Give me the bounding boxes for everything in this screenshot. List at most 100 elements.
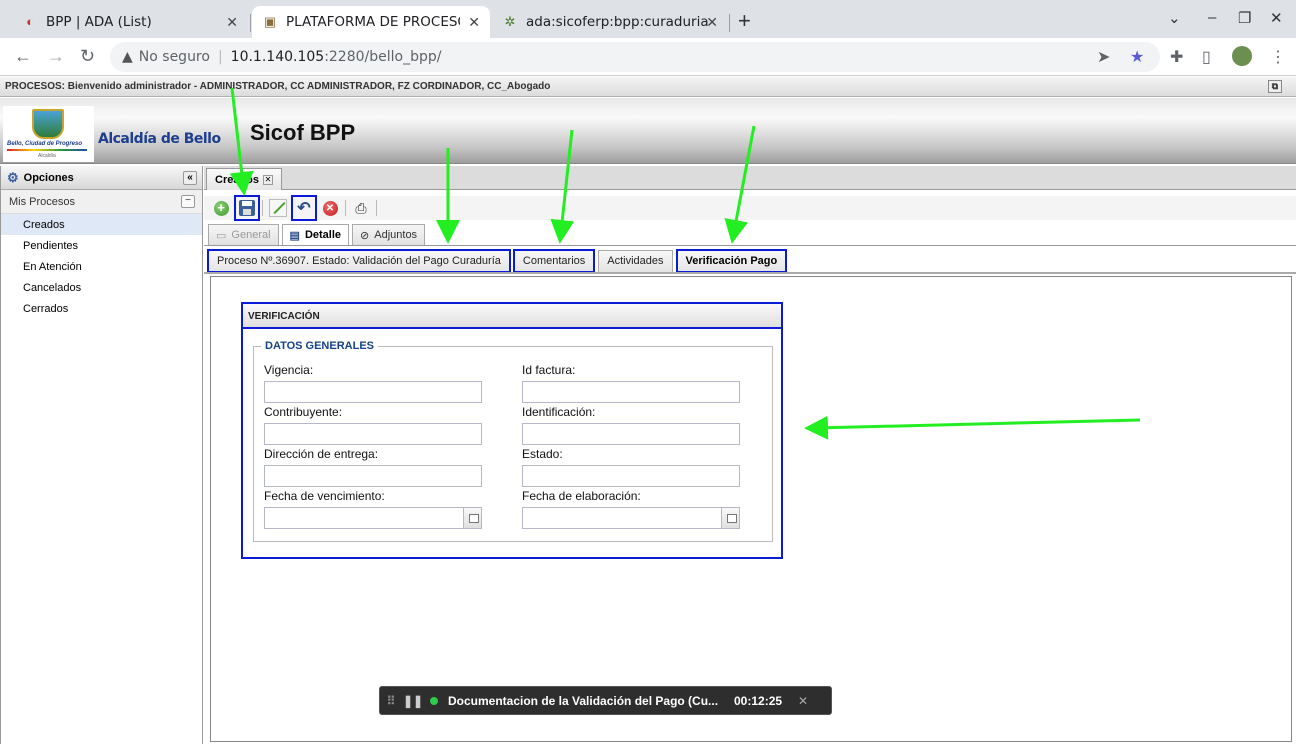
gear-icon: ⚙ (7, 169, 19, 185)
tab-actividades[interactable]: Actividades (598, 250, 673, 272)
panel-title: VERIFICACIÓN (241, 302, 783, 329)
recording-timer: 00:12:25 (734, 693, 783, 708)
maximize-icon[interactable]: ❐ (1238, 9, 1251, 27)
browser-tab-redmine[interactable]: ◐ BPP | ADA (List) ✕ (12, 6, 248, 38)
fecha-vencimiento-field[interactable] (264, 507, 482, 529)
restore-icon[interactable]: ⧉ (1268, 80, 1282, 93)
calendar-icon[interactable] (463, 508, 481, 528)
browser-tab-plataforma[interactable]: ▣ PLATAFORMA DE PROCESOS ✕ (252, 6, 490, 38)
shield-icon (32, 109, 64, 139)
logo-caption: Bello, Ciudad de Progreso (7, 141, 83, 147)
undo-icon: ↶ (297, 200, 311, 217)
subtab-label: Adjuntos (374, 229, 418, 241)
minimize-icon[interactable]: – (1208, 9, 1216, 26)
tab-verificacion-pago[interactable]: Verificación Pago (675, 249, 788, 273)
record-toolbar: + ↶ ✕ ⎙ (204, 195, 1296, 221)
browser-tab-title: PLATAFORMA DE PROCESOS (286, 14, 460, 30)
redmine-icon: ◐ (26, 14, 34, 29)
pause-icon[interactable]: ❚❚ (402, 694, 424, 708)
extensions-icon[interactable]: ✚ (1170, 47, 1183, 67)
fecha-elaboracion-field[interactable] (522, 507, 740, 529)
logo-sub: Alcaldía (38, 153, 56, 159)
calendar-icon[interactable] (721, 508, 739, 528)
tab-proceso[interactable]: Proceso Nº.36907. Estado: Validación del… (207, 249, 511, 273)
close-window-icon[interactable]: ✕ (1270, 9, 1283, 27)
estado-label: Estado: (522, 447, 563, 461)
org-name: Alcaldía de Bello (98, 131, 221, 147)
warning-icon: ▲ (122, 49, 133, 65)
recording-indicator-icon (430, 696, 438, 705)
send-icon[interactable]: ➤ (1097, 47, 1110, 67)
tab-comentarios[interactable]: Comentarios (512, 249, 596, 273)
new-tab-button[interactable]: + (738, 8, 751, 34)
sidebar-title: Opciones (23, 171, 74, 184)
subtab-label: Detalle (304, 229, 342, 241)
close-icon[interactable]: ✕ (798, 694, 808, 708)
id-factura-label: Id factura: (522, 363, 576, 377)
vigencia-field[interactable] (264, 381, 482, 403)
tab-content: VERIFICACIÓN DATOS GENERALES Vigencia: I… (210, 276, 1292, 742)
browser-tab-wiki[interactable]: ✲ ada:sicoferp:bpp:curaduria ✕ (492, 6, 728, 38)
sidebar-item-creados[interactable]: Creados (1, 214, 202, 235)
sidebar-item-cancelados[interactable]: Cancelados (1, 277, 202, 298)
identificacion-label: Identificación: (522, 405, 596, 419)
subtab-detalle[interactable]: ▤ Detalle (281, 224, 350, 245)
add-icon: + (213, 200, 229, 216)
subtab-adjuntos[interactable]: ⊘ Adjuntos (352, 224, 426, 245)
back-icon[interactable]: ← (14, 46, 32, 67)
reload-icon[interactable]: ↻ (80, 46, 95, 67)
sidebar-item-pendientes[interactable]: Pendientes (1, 235, 202, 256)
estado-field[interactable] (522, 465, 740, 487)
tab-creados[interactable]: Creados ✕ (206, 168, 283, 190)
contribuyente-label: Contribuyente: (264, 405, 343, 419)
wiki-icon: ✲ (504, 14, 516, 29)
vigencia-label: Vigencia: (264, 363, 314, 377)
edit-button[interactable] (267, 197, 289, 219)
verificacion-panel: VERIFICACIÓN DATOS GENERALES Vigencia: I… (241, 302, 783, 560)
fieldset-legend: DATOS GENERALES (261, 340, 378, 352)
close-tab-icon[interactable]: ✕ (706, 14, 718, 31)
forward-icon[interactable]: → (47, 46, 65, 67)
side-panel-icon[interactable]: ▯ (1202, 47, 1211, 67)
print-button[interactable]: ⎙ (350, 197, 372, 219)
undo-button[interactable]: ↶ (291, 195, 317, 221)
welcome-bar: PROCESOS: Bienvenido administrador - ADM… (0, 77, 1296, 97)
print-icon: ⎙ (355, 199, 367, 216)
welcome-text: PROCESOS: Bienvenido administrador - ADM… (5, 81, 551, 92)
menu-icon[interactable]: ⋮ (1270, 47, 1286, 67)
collapse-sidebar-button[interactable]: « (183, 171, 197, 185)
drag-handle-icon[interactable]: ⠿ (380, 694, 402, 708)
sidebar-item-en-atencion[interactable]: En Atención (1, 256, 202, 277)
subtab-general[interactable]: ▭ General (208, 224, 279, 245)
close-tab-icon[interactable]: ✕ (263, 174, 274, 185)
browser-toolbar: ← → ↻ ▲ No seguro | 10.1.140.105 :2280/b… (0, 38, 1296, 76)
profile-avatar[interactable] (1232, 46, 1252, 66)
app-icon: ▣ (263, 14, 277, 29)
datos-generales-fieldset: DATOS GENERALES Vigencia: Id factura: Co… (253, 340, 773, 542)
browser-tab-title: BPP | ADA (List) (46, 14, 152, 30)
logo: Bello, Ciudad de Progreso Alcaldía (3, 106, 94, 162)
edit-icon (269, 199, 287, 217)
address-bar[interactable]: ▲ No seguro | 10.1.140.105 :2280/bello_b… (110, 42, 1160, 72)
save-button[interactable] (234, 195, 260, 221)
bookmark-star-icon[interactable]: ★ (1130, 47, 1144, 67)
recording-title: Documentacion de la Validación del Pago … (448, 693, 719, 708)
sidebar-group-mis-procesos[interactable]: Mis Procesos − (1, 190, 202, 214)
direccion-field[interactable] (264, 465, 482, 487)
identificacion-field[interactable] (522, 423, 740, 445)
add-button[interactable]: + (210, 197, 232, 219)
fecha-vencimiento-label: Fecha de vencimiento: (264, 489, 385, 503)
save-icon (239, 200, 255, 216)
close-tab-icon[interactable]: ✕ (468, 14, 480, 31)
contribuyente-field[interactable] (264, 423, 482, 445)
delete-icon: ✕ (322, 200, 338, 216)
delete-button[interactable]: ✕ (319, 197, 341, 219)
tab-label: Creados (215, 173, 260, 186)
paperclip-icon: ⊘ (360, 229, 370, 242)
tab-search-icon[interactable]: ⌄ (1168, 9, 1181, 27)
browser-tab-title: ada:sicoferp:bpp:curaduria (526, 14, 709, 30)
close-tab-icon[interactable]: ✕ (226, 14, 238, 31)
id-factura-field[interactable] (522, 381, 740, 403)
sidebar-item-cerrados[interactable]: Cerrados (1, 298, 202, 319)
collapse-group-icon[interactable]: − (181, 195, 195, 208)
